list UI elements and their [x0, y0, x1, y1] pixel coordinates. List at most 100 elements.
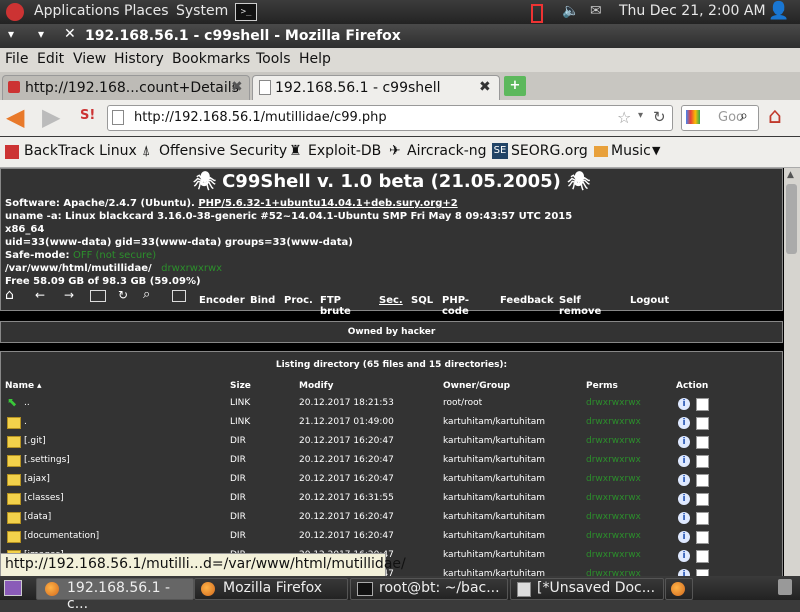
menu-help[interactable]: Help	[299, 51, 331, 67]
back-arrow-icon[interactable]: ←	[35, 288, 45, 302]
scrollbar-thumb[interactable]	[786, 184, 797, 254]
vertical-scrollbar[interactable]: ▲	[784, 168, 800, 576]
info-icon[interactable]: i	[678, 474, 690, 486]
file-name[interactable]: [ajax]	[24, 474, 50, 484]
chevron-down-icon[interactable]: ▼	[652, 144, 660, 157]
system-menu[interactable]: System	[176, 3, 228, 19]
folder-icon[interactable]	[7, 455, 21, 467]
toolbar-sql[interactable]: SQL	[411, 295, 433, 306]
column-name[interactable]: Name	[5, 381, 34, 391]
show-desktop-icon[interactable]	[4, 580, 22, 596]
toolbar-encoder[interactable]: Encoder	[199, 295, 245, 306]
clock[interactable]: Thu Dec 21, 2:00 AM	[619, 3, 766, 19]
bookmark-backtrack[interactable]: BackTrack Linux	[24, 143, 137, 159]
user-icon[interactable]: 👤	[768, 1, 789, 21]
table-row[interactable]: [classes] DIR 20.12.2017 16:31:55 kartuhita…	[1, 489, 783, 508]
table-row[interactable]: [documentation] DIR 20.12.2017 16:20:47 kar…	[1, 527, 783, 546]
file-name[interactable]: ..	[24, 398, 30, 408]
folder-icon[interactable]	[7, 493, 21, 505]
google-icon[interactable]	[686, 110, 700, 124]
path-link[interactable]: /var/www/html/mutillidae/	[5, 263, 152, 274]
tab-c99shell[interactable]: 192.168.56.1 - c99shell ✖	[252, 75, 500, 100]
window-menu-icon[interactable]: ▾	[8, 27, 14, 41]
row-checkbox[interactable]	[696, 493, 709, 506]
menu-edit[interactable]: Edit	[37, 51, 64, 67]
info-icon[interactable]: i	[678, 512, 690, 524]
folder-icon[interactable]	[7, 531, 21, 543]
column-perms[interactable]: Perms	[586, 381, 618, 391]
close-window-icon[interactable]: ✕	[64, 26, 76, 42]
url-bar[interactable]: http://192.168.56.1/mutillidae/c99.php ☆…	[107, 105, 673, 131]
folder-icon[interactable]	[7, 474, 21, 486]
row-checkbox[interactable]	[696, 531, 709, 544]
task-terminal[interactable]: root@bt: ~/bac...	[350, 578, 508, 600]
row-checkbox[interactable]	[696, 550, 709, 563]
info-icon[interactable]: i	[678, 550, 690, 562]
addon-icon[interactable]: S!	[80, 108, 95, 123]
file-name[interactable]: [.git]	[24, 436, 46, 446]
task-mozilla-firefox[interactable]: Mozilla Firefox	[194, 578, 348, 600]
column-action[interactable]: Action	[676, 381, 708, 391]
terminal-launcher-icon[interactable]: >_	[235, 3, 257, 21]
menu-file[interactable]: File	[5, 51, 28, 67]
bookmark-exploit-db[interactable]: Exploit-DB	[308, 143, 381, 159]
task-editor[interactable]: [*Unsaved Doc...	[510, 578, 664, 600]
info-icon[interactable]: i	[678, 436, 690, 448]
toolbar-sec[interactable]: Sec.	[379, 295, 403, 306]
file-name[interactable]: [data]	[24, 512, 51, 522]
task-firefox-extra[interactable]	[665, 578, 693, 600]
table-row[interactable]: [.git] DIR 20.12.2017 16:20:47 kartuhitam/k…	[1, 432, 783, 451]
mail-icon[interactable]: ✉	[590, 3, 602, 19]
file-perms[interactable]: drwxrwxrwx	[586, 455, 641, 465]
toolbar-logout[interactable]: Logout	[630, 295, 669, 306]
bookmark-star-icon[interactable]: ☆	[617, 108, 631, 127]
file-name[interactable]: [.settings]	[24, 455, 70, 465]
bookmark-seorg[interactable]: SEORG.org	[511, 143, 588, 159]
info-icon[interactable]: i	[678, 531, 690, 543]
search-box[interactable]: Goo ⌕	[681, 105, 759, 131]
info-icon[interactable]: i	[678, 417, 690, 429]
table-row[interactable]: [ajax] DIR 20.12.2017 16:20:47 kartuhitam/k…	[1, 470, 783, 489]
toolbar-php-code[interactable]: PHP-code	[442, 295, 469, 317]
battery-icon[interactable]	[531, 4, 543, 23]
tab-close-icon[interactable]: ✖	[231, 79, 243, 95]
dropdown-icon[interactable]: ▾	[638, 110, 643, 121]
table-row[interactable]: . LINK 21.12.2017 01:49:00 kartuhitam/kartu…	[1, 413, 783, 432]
row-checkbox[interactable]	[696, 455, 709, 468]
column-size[interactable]: Size	[230, 381, 251, 391]
row-checkbox[interactable]	[696, 569, 709, 576]
file-perms[interactable]: drwxrwxrwx	[586, 474, 641, 484]
info-icon[interactable]: i	[678, 569, 690, 576]
file-perms[interactable]: drwxrwxrwx	[586, 493, 641, 503]
table-row[interactable]: [data] DIR 20.12.2017 16:20:47 kartuhitam/k…	[1, 508, 783, 527]
file-perms[interactable]: drwxrwxrwx	[586, 550, 641, 560]
file-perms[interactable]: drwxrwxrwx	[586, 531, 641, 541]
folder-icon[interactable]	[7, 436, 21, 448]
folder-up-icon[interactable]	[90, 290, 106, 302]
info-icon[interactable]: i	[678, 493, 690, 505]
file-perms[interactable]: drwxrwxrwx	[586, 436, 641, 446]
new-tab-icon[interactable]: +	[504, 76, 526, 96]
bookmark-aircrack[interactable]: Aircrack-ng	[407, 143, 487, 159]
folder-icon[interactable]	[7, 512, 21, 524]
folder-icon[interactable]	[7, 417, 21, 429]
parent-dir-icon[interactable]: ⬉	[7, 395, 17, 409]
volume-icon[interactable]: 🔈	[562, 3, 579, 19]
forward-arrow-icon[interactable]: →	[64, 288, 74, 302]
toolbar-ftp-brute[interactable]: FTP brute	[320, 295, 351, 317]
toolbar-feedback[interactable]: Feedback	[500, 295, 554, 306]
tab-details[interactable]: http://192.168...count+Details ✖	[2, 75, 250, 100]
row-checkbox[interactable]	[696, 417, 709, 430]
file-perms[interactable]: drwxrwxrwx	[586, 512, 641, 522]
menu-bookmarks[interactable]: Bookmarks	[172, 51, 250, 67]
tab-close-icon[interactable]: ✖	[479, 79, 491, 95]
home-icon[interactable]: ⌂	[768, 104, 782, 129]
buffer-icon[interactable]	[172, 290, 186, 302]
minimize-icon[interactable]: ▾	[38, 27, 44, 41]
column-owner-group[interactable]: Owner/Group	[443, 381, 510, 391]
trash-icon[interactable]	[778, 579, 792, 595]
reload-icon[interactable]: ↻	[653, 108, 666, 126]
refresh-icon[interactable]: ↻	[118, 288, 128, 302]
info-icon[interactable]: i	[678, 455, 690, 467]
file-name[interactable]: [documentation]	[24, 531, 99, 541]
